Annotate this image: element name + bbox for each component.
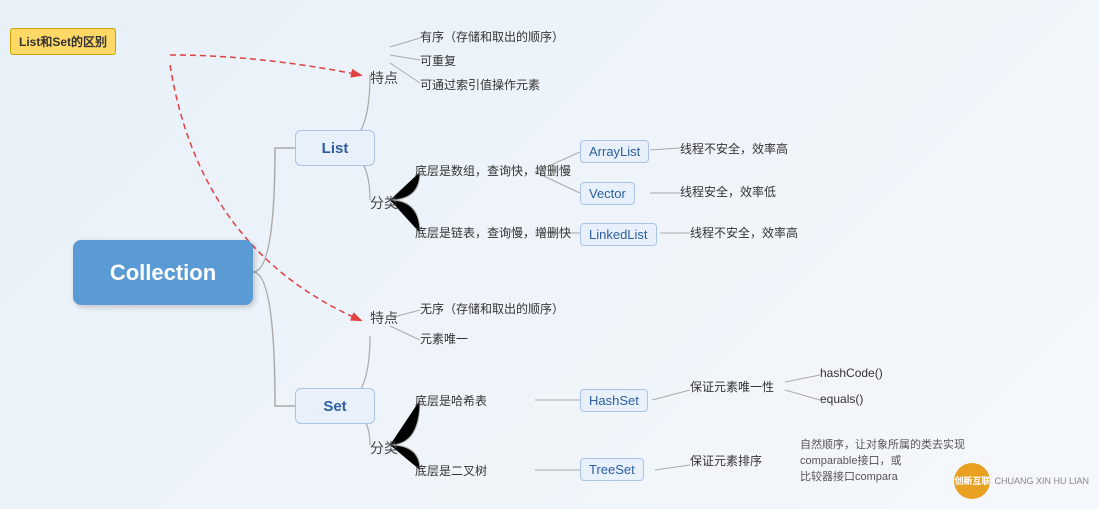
vector-desc: 线程安全，效率低 <box>680 183 776 200</box>
treeset-desc2-3: 比较器接口compara <box>800 468 898 484</box>
treeset-box: TreeSet <box>580 458 644 481</box>
list-feature-item-3: 可通过索引值操作元素 <box>420 76 540 93</box>
set-label: Set <box>323 398 346 415</box>
set-tree-desc: 底层是二叉树 <box>415 462 487 479</box>
watermark-sub-text: CHUANG XIN HU LIAN <box>994 475 1089 488</box>
hashset-desc: 保证元素唯一性 <box>690 378 774 395</box>
watermark-subtext: CHUANG XIN HU LIAN <box>994 475 1089 488</box>
watermark-circle: 创新互联 <box>954 463 990 499</box>
treeset-desc2-2: comparable接口，或 <box>800 452 901 468</box>
set-category-header: 分类 <box>370 438 398 458</box>
watermark: 创新互联 CHUANG XIN HU LIAN <box>954 463 1089 499</box>
list-array-desc: 底层是数组，查询快，增删慢 <box>415 162 571 179</box>
hashset-box: HashSet <box>580 389 648 412</box>
list-category-header: 分类 <box>370 193 398 213</box>
set-feature-item-2: 元素唯一 <box>420 330 468 347</box>
hashcode-method: hashCode() <box>820 366 883 380</box>
list-feature-header: 特点 <box>370 68 398 88</box>
treeset-desc: 保证元素排序 <box>690 452 762 469</box>
list-feature-item-1: 有序（存储和取出的顺序） <box>420 28 564 45</box>
list-box: List <box>295 130 375 166</box>
collection-box: Collection <box>73 240 253 305</box>
set-feature-item-1: 无序（存储和取出的顺序） <box>420 300 564 317</box>
diff-label: List和Set的区别 <box>10 28 116 55</box>
arraylist-box: ArrayList <box>580 140 649 163</box>
collection-label: Collection <box>110 260 216 286</box>
arraylist-desc: 线程不安全，效率高 <box>680 140 788 157</box>
linkedlist-desc: 线程不安全，效率高 <box>690 224 798 241</box>
treeset-desc2-1: 自然顺序，让对象所属的类去实现 <box>800 436 965 452</box>
equals-method: equals() <box>820 392 863 406</box>
list-feature-item-2: 可重复 <box>420 52 456 69</box>
list-label: List <box>322 140 349 157</box>
linkedlist-box: LinkedList <box>580 223 657 246</box>
set-feature-header: 特点 <box>370 308 398 328</box>
set-hash-desc: 底层是哈希表 <box>415 392 487 409</box>
list-linked-desc: 底层是链表，查询慢，增删快 <box>415 224 571 241</box>
vector-box: Vector <box>580 182 635 205</box>
set-box: Set <box>295 388 375 424</box>
diagram: List和Set的区别 Collection List Set 特点 有序（存储… <box>0 0 1099 509</box>
watermark-circle-text: 创新互联 <box>954 476 990 487</box>
